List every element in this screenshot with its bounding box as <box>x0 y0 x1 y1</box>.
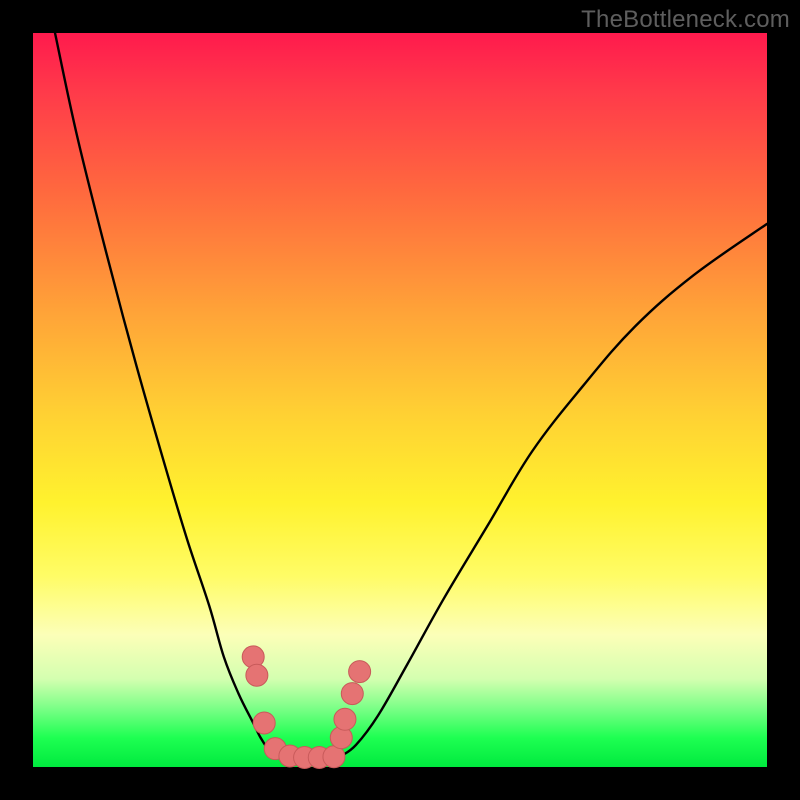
curves-svg <box>33 33 767 767</box>
right-curve <box>341 224 767 756</box>
plot-area <box>33 33 767 767</box>
watermark-text: TheBottleneck.com <box>581 6 790 34</box>
data-marker <box>246 664 268 686</box>
left-curve <box>55 33 275 756</box>
data-marker <box>334 708 356 730</box>
data-marker <box>253 712 275 734</box>
data-marker <box>349 661 371 683</box>
chart-frame: TheBottleneck.com <box>0 0 800 800</box>
data-marker <box>341 683 363 705</box>
curve-layer <box>55 33 767 756</box>
